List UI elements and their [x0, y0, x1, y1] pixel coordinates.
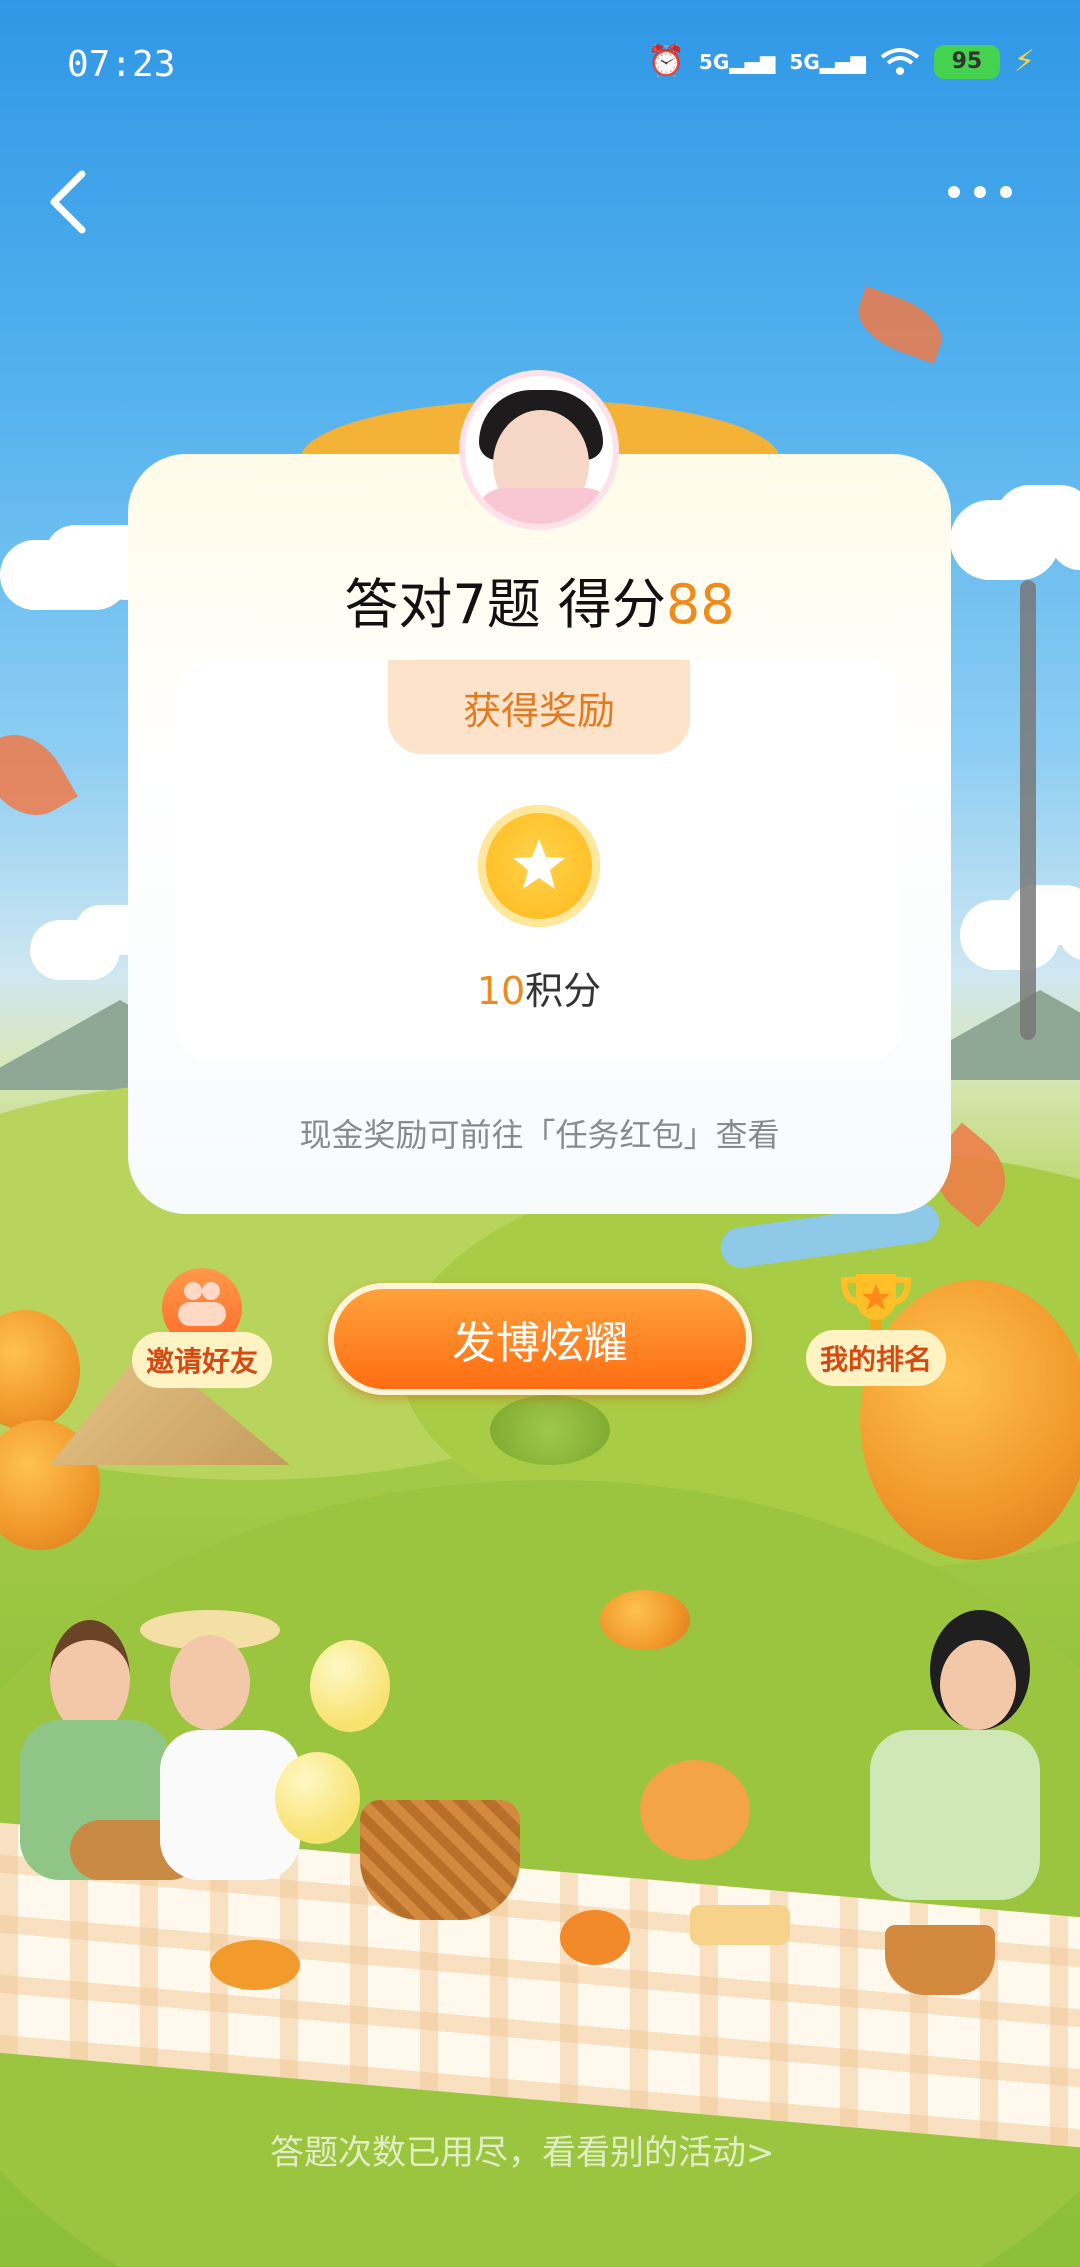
my-ranking-button[interactable]: 我的排名: [806, 1266, 946, 1416]
balloon: [275, 1752, 360, 1844]
balloon: [310, 1640, 390, 1732]
more-button[interactable]: [948, 186, 1028, 216]
share-boast-button[interactable]: 发博炫耀: [328, 1283, 752, 1395]
leaf: [0, 718, 78, 832]
signal-label: 5G: [789, 49, 820, 74]
fruit-basket: [885, 1925, 995, 1995]
invite-friends-button[interactable]: 邀请好友: [132, 1268, 272, 1418]
cash-reward-note: 现金奖励可前往「任务红包」查看: [299, 1116, 780, 1154]
cloud: [950, 500, 1060, 580]
pumpkin: [210, 1940, 300, 1990]
cloud: [0, 540, 130, 610]
signal-icon: 5G▂▄▆: [698, 49, 776, 74]
points-value: 10: [476, 969, 526, 1013]
invite-friends-label: 邀请好友: [132, 1332, 272, 1388]
charging-icon: ⚡: [1013, 44, 1035, 79]
avatar: [459, 370, 619, 530]
sandwich: [690, 1905, 790, 1945]
my-ranking-label: 我的排名: [806, 1330, 946, 1386]
more-dots-icon: [948, 186, 960, 198]
points-unit: 积分: [525, 969, 602, 1013]
status-bar: 07:23 ⏰ 5G▂▄▆ 5G▂▄▆ 95 ⚡: [0, 0, 1080, 130]
reward-tag: 获得奖励: [388, 660, 690, 754]
star-coin-icon: [478, 805, 600, 927]
girl-with-camera: [830, 1610, 1060, 1950]
alarm-icon: ⏰: [647, 44, 685, 79]
avatar-shirt: [475, 488, 613, 524]
signal-icon: 5G▂▄▆: [789, 49, 866, 74]
cloud: [30, 920, 120, 980]
star-icon: [513, 839, 565, 889]
score-prefix: 答对7题 得分: [344, 573, 666, 636]
cloud: [960, 900, 1060, 970]
points-reward: 10积分: [388, 960, 690, 1015]
picnic-basket: [360, 1800, 520, 1920]
kitten: [640, 1760, 750, 1860]
pumpkin: [560, 1910, 630, 1965]
green-bush: [490, 1395, 610, 1465]
signal-label: 5G: [698, 49, 730, 74]
more-dots-icon: [974, 186, 986, 198]
more-dots-icon: [1000, 186, 1012, 198]
status-icons: ⏰ 5G▂▄▆ 5G▂▄▆ 95 ⚡: [648, 44, 1035, 79]
wifi-icon: [880, 47, 920, 75]
battery-indicator: 95: [933, 44, 1000, 79]
back-button[interactable]: [42, 166, 102, 236]
score-value: 88: [665, 573, 735, 636]
scrollbar[interactable]: [1020, 580, 1036, 1040]
quiz-exhausted-link[interactable]: 答题次数已用尽，看看别的活动>: [270, 2128, 830, 2178]
autumn-bush: [600, 1590, 690, 1650]
status-time: 07:23: [67, 44, 176, 85]
chevron-left-icon: [50, 170, 86, 234]
score-line: 答对7题 得分88: [128, 560, 951, 639]
leaf: [849, 286, 951, 364]
